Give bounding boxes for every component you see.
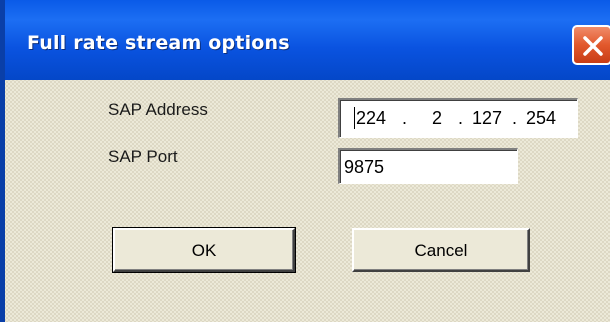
- sap-port-field[interactable]: 9875: [338, 148, 518, 184]
- text-caret: [354, 107, 355, 129]
- ip-separator-2: .: [458, 108, 464, 128]
- sap-address-field[interactable]: 224 . 2 . 127 . 254: [338, 98, 578, 138]
- title-bar[interactable]: Full rate stream options: [5, 0, 610, 80]
- ok-button-label: OK: [191, 241, 217, 260]
- close-icon: [583, 36, 603, 56]
- close-button[interactable]: [572, 25, 610, 65]
- ok-button[interactable]: OK: [112, 227, 296, 273]
- sap-address-label: SAP Address: [108, 100, 208, 119]
- dialog-window: Full rate stream options SAP Address 224…: [0, 0, 610, 322]
- ip-octet-2[interactable]: 2: [432, 108, 442, 129]
- sap-port-label: SAP Port: [108, 147, 178, 166]
- dialog-title: Full rate stream options: [27, 32, 290, 54]
- cancel-button-label: Cancel: [414, 241, 468, 260]
- sap-port-value: 9875: [344, 157, 385, 177]
- cancel-button[interactable]: Cancel: [352, 228, 530, 272]
- ip-separator-3: .: [512, 108, 518, 128]
- ip-octet-1[interactable]: 224: [356, 108, 386, 129]
- ip-separator-1: .: [402, 108, 408, 128]
- ip-octet-3[interactable]: 127: [472, 108, 502, 129]
- ip-octet-4[interactable]: 254: [526, 108, 556, 129]
